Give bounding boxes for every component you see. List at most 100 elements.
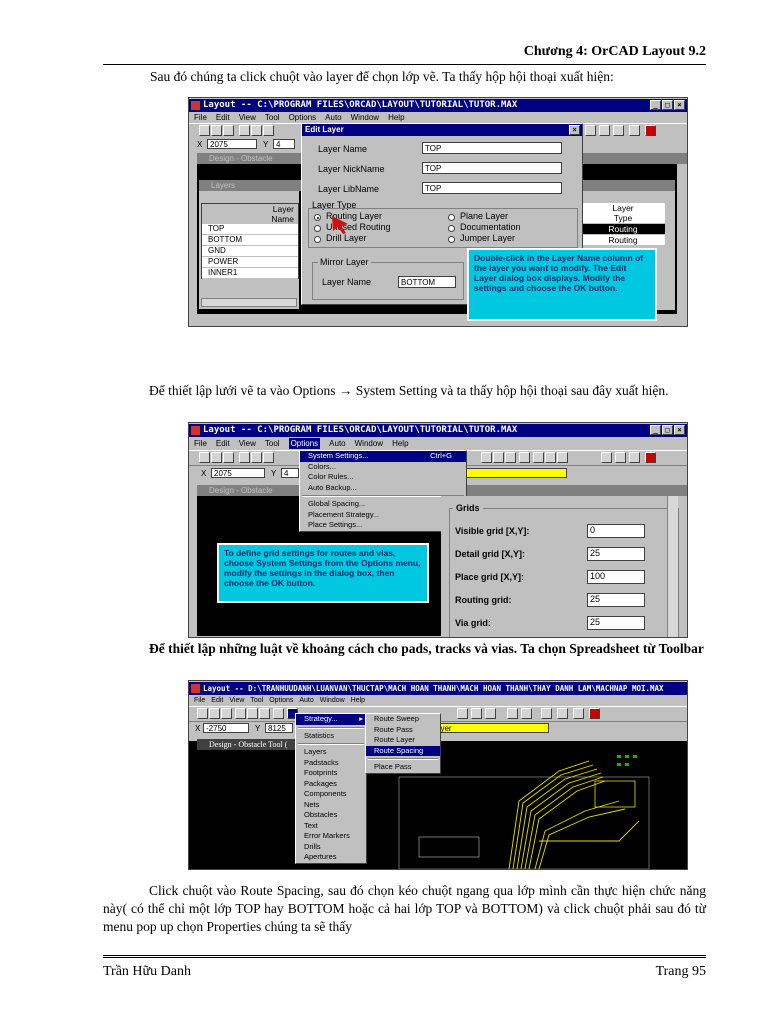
menu-item-statistics[interactable]: Statistics <box>296 731 366 742</box>
tool-icon[interactable] <box>541 708 552 719</box>
menu-edit[interactable]: Edit <box>211 695 223 706</box>
menu-view[interactable]: View <box>229 695 244 706</box>
open-icon[interactable] <box>197 708 208 719</box>
tool-icon[interactable] <box>471 708 482 719</box>
delete-icon[interactable] <box>235 708 246 719</box>
tool-icon[interactable] <box>629 452 640 463</box>
horizontal-scrollbar[interactable] <box>201 298 297 307</box>
tool-icon[interactable] <box>573 708 584 719</box>
delete-icon[interactable] <box>239 452 250 463</box>
menu-item-place-pass[interactable]: Place Pass <box>366 762 440 773</box>
libname-input[interactable]: TOP <box>422 182 562 194</box>
query-icon[interactable] <box>263 452 274 463</box>
menu-item-layers[interactable]: Layers <box>296 747 366 758</box>
menu-auto[interactable]: Auto <box>299 695 313 706</box>
layer-row-top[interactable]: TOP <box>202 224 298 235</box>
minimize-icon[interactable]: _ <box>650 425 661 435</box>
open-icon[interactable] <box>199 452 210 463</box>
menu-item-footprints[interactable]: Footprints <box>296 768 366 779</box>
tool-icon[interactable] <box>273 708 284 719</box>
vertical-scrollbar[interactable] <box>667 496 678 637</box>
plane-layer-radio[interactable] <box>448 214 455 221</box>
close-icon[interactable]: × <box>569 125 580 135</box>
text-tool-icon[interactable] <box>481 452 492 463</box>
tool-icon[interactable] <box>601 452 612 463</box>
menu-item-route-pass[interactable]: Route Pass <box>366 725 440 736</box>
tool-icon[interactable] <box>545 452 556 463</box>
layer-row-inner1[interactable]: INNER1 <box>202 268 298 279</box>
menu-view[interactable]: View <box>239 112 256 123</box>
detail-grid-input[interactable]: 25 <box>587 547 645 561</box>
menu-item-auto-backup[interactable]: Auto Backup... <box>300 483 466 494</box>
documentation-radio[interactable] <box>448 225 455 232</box>
print-icon[interactable] <box>223 125 234 136</box>
menu-tool[interactable]: Tool <box>250 695 263 706</box>
jumper-layer-radio[interactable] <box>448 236 455 243</box>
routing-layer-radio[interactable] <box>314 214 321 221</box>
stop-icon[interactable] <box>589 708 600 719</box>
menu-item-drills[interactable]: Drills <box>296 842 366 853</box>
visible-grid-input[interactable]: 0 <box>587 524 645 538</box>
menu-view[interactable]: View <box>239 438 256 449</box>
menu-item-components[interactable]: Components <box>296 789 366 800</box>
type-cell-routing[interactable]: Routing <box>581 235 665 245</box>
tool-icon[interactable] <box>505 452 516 463</box>
layer-name-input[interactable]: TOP <box>422 142 562 154</box>
edit-icon[interactable] <box>251 125 262 136</box>
menu-auto[interactable]: Auto <box>329 438 345 449</box>
print-icon[interactable] <box>223 452 234 463</box>
layer-field[interactable]: ayer <box>433 723 549 733</box>
routing-grid-input[interactable]: 25 <box>587 593 645 607</box>
menu-edit[interactable]: Edit <box>216 112 230 123</box>
tool-icon[interactable] <box>521 708 532 719</box>
stop-icon[interactable] <box>645 125 656 136</box>
menu-item-strategy[interactable]: Strategy... ▸ <box>296 714 366 725</box>
menu-item-route-layer[interactable]: Route Layer <box>366 735 440 746</box>
menu-edit[interactable]: Edit <box>216 438 230 449</box>
menu-help[interactable]: Help <box>351 695 365 706</box>
save-icon[interactable] <box>211 452 222 463</box>
close-icon[interactable]: × <box>674 425 685 435</box>
menu-item-system-settings[interactable]: System Settings... Ctrl+G <box>300 451 466 462</box>
menu-item-route-sweep[interactable]: Route Sweep <box>366 714 440 725</box>
unused-routing-radio[interactable] <box>314 225 321 232</box>
save-icon[interactable] <box>209 708 220 719</box>
layer-row-bottom[interactable]: BOTTOM <box>202 235 298 246</box>
menu-file[interactable]: File <box>194 438 207 449</box>
menu-item-error-markers[interactable]: Error Markers <box>296 831 366 842</box>
tool-icon[interactable] <box>507 708 518 719</box>
query-icon[interactable] <box>259 708 270 719</box>
query-icon[interactable] <box>263 125 274 136</box>
menu-help[interactable]: Help <box>388 112 404 123</box>
via-grid-input[interactable]: 25 <box>587 616 645 630</box>
color-icon[interactable] <box>519 452 530 463</box>
tool-icon[interactable] <box>493 452 504 463</box>
tool-icon[interactable] <box>557 708 568 719</box>
tool-icon[interactable] <box>613 125 624 136</box>
tool-icon[interactable] <box>599 125 610 136</box>
menu-options[interactable]: Options <box>288 438 321 449</box>
open-icon[interactable] <box>199 125 210 136</box>
menu-item-obstacles[interactable]: Obstacles <box>296 810 366 821</box>
layer-row-power[interactable]: POWER <box>202 257 298 268</box>
menu-window[interactable]: Window <box>351 112 379 123</box>
minimize-icon[interactable]: _ <box>650 100 661 110</box>
close-icon[interactable]: × <box>674 100 685 110</box>
tool-icon[interactable] <box>533 452 544 463</box>
menu-item-nets[interactable]: Nets <box>296 800 366 811</box>
menu-item-packages[interactable]: Packages <box>296 779 366 790</box>
tool-icon[interactable] <box>585 125 596 136</box>
edit-icon[interactable] <box>251 452 262 463</box>
menu-file[interactable]: File <box>194 112 207 123</box>
menu-tool[interactable]: Tool <box>265 112 280 123</box>
menu-item-colors[interactable]: Colors... <box>300 462 466 473</box>
layer-field[interactable] <box>457 468 567 478</box>
tool-icon[interactable] <box>557 452 568 463</box>
menu-window[interactable]: Window <box>355 438 383 449</box>
menu-tool[interactable]: Tool <box>265 438 280 449</box>
menu-item-color-rules[interactable]: Color Rules... <box>300 472 466 483</box>
color-icon[interactable] <box>457 708 468 719</box>
menu-auto[interactable]: Auto <box>325 112 341 123</box>
stop-icon[interactable] <box>645 452 656 463</box>
maximize-icon[interactable]: □ <box>662 100 673 110</box>
